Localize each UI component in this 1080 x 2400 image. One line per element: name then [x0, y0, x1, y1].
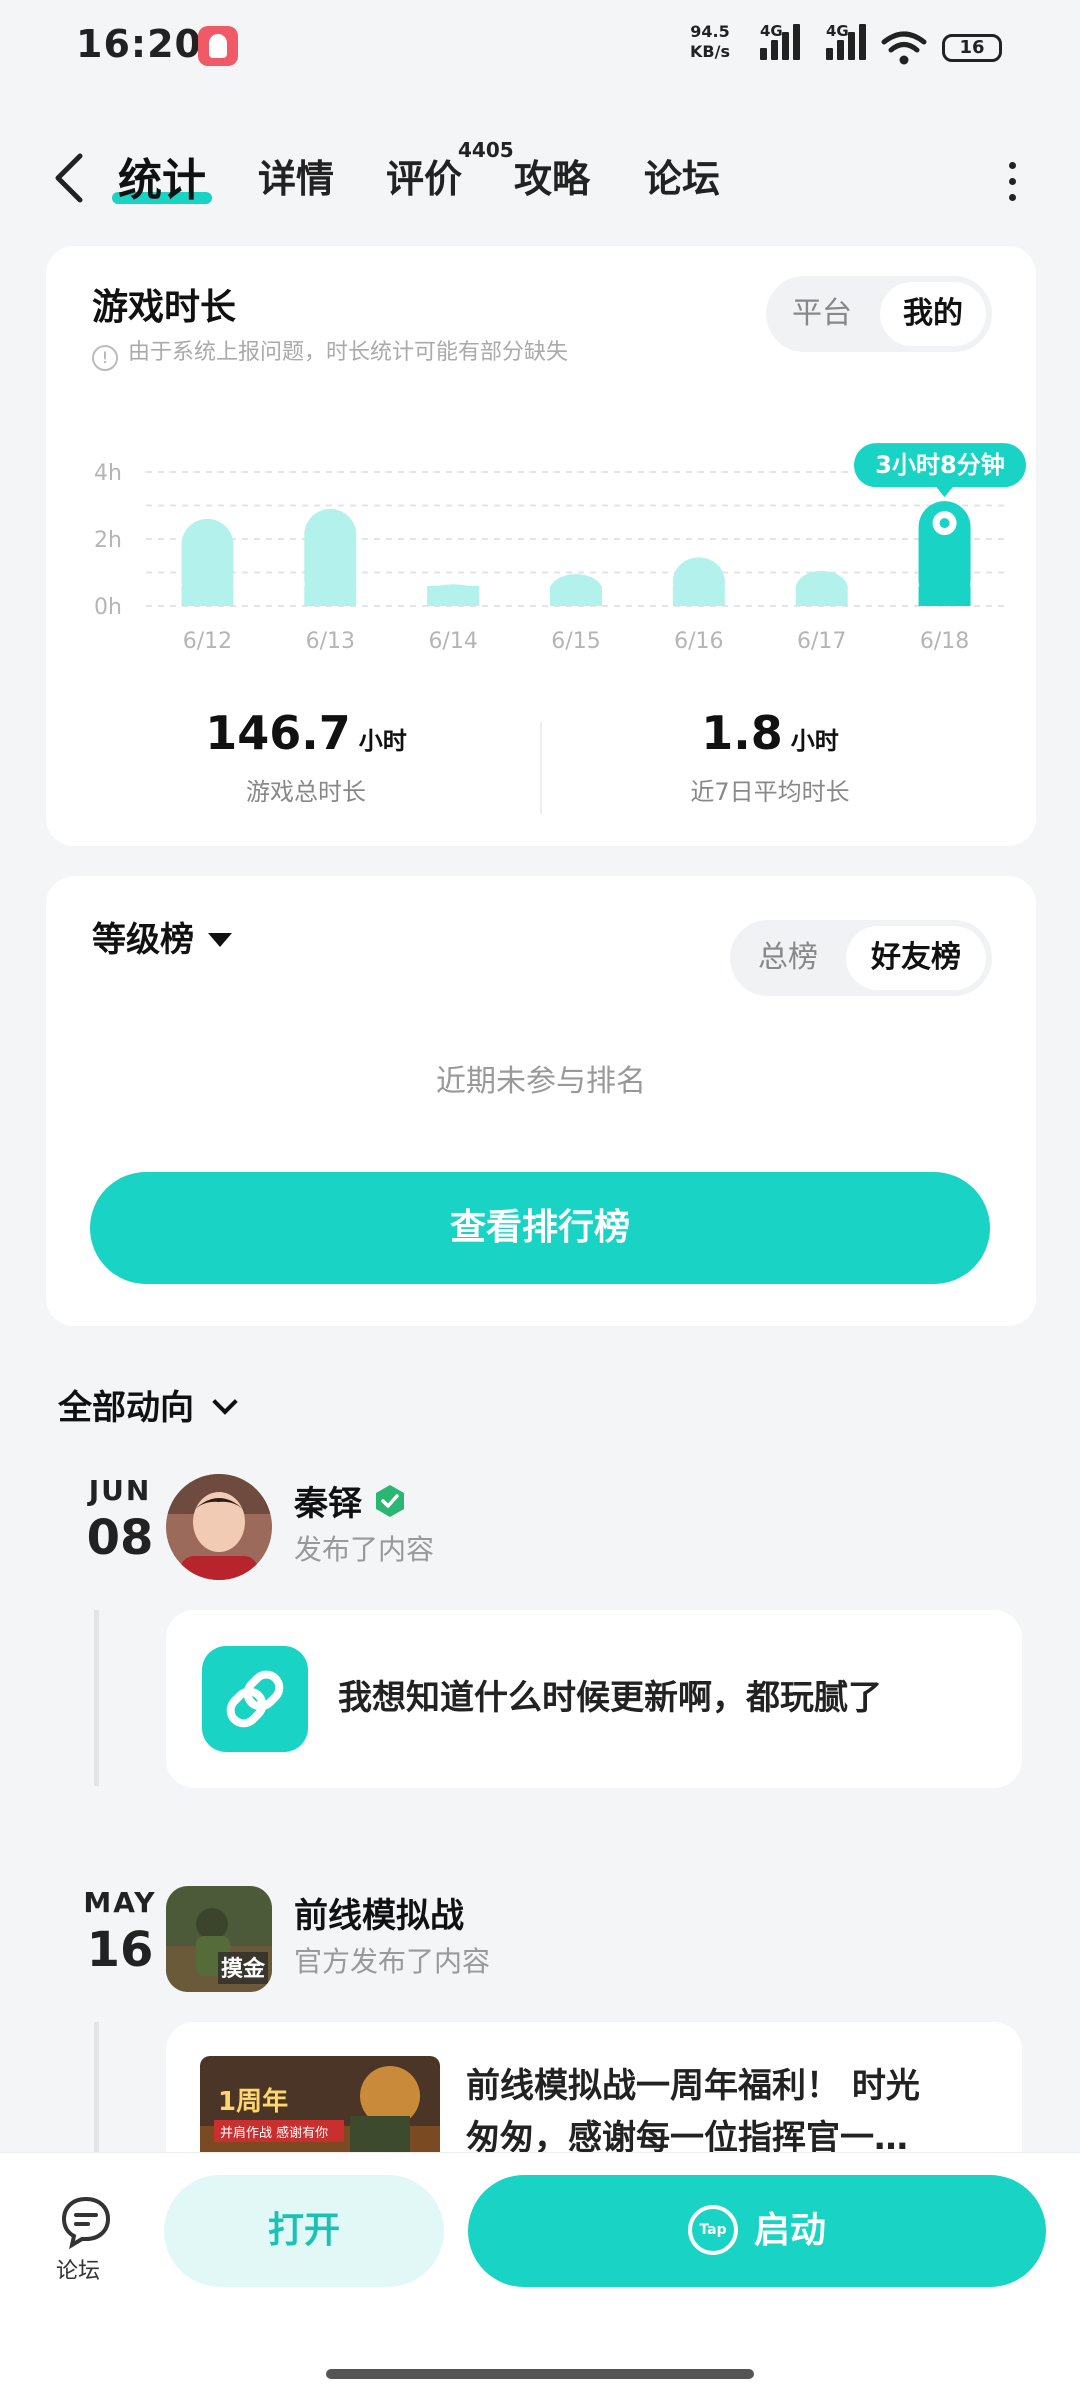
- game-avatar-badge: 摸金: [221, 1956, 266, 1982]
- chart-bar-base: [304, 586, 357, 606]
- caret-down-icon: [208, 933, 232, 947]
- avatar[interactable]: [166, 1474, 272, 1580]
- playtime-card: 游戏时长 ! 由于系统上报问题，时长统计可能有部分缺失 平台 我的 0h 2h 4h 6…: [46, 246, 1036, 846]
- playtime-note: ! 由于系统上报问题，时长统计可能有部分缺失: [92, 334, 568, 371]
- post-author[interactable]: 秦铎: [294, 1476, 408, 1525]
- toggle-friends[interactable]: 好友榜: [846, 926, 986, 990]
- chart-x-tick: 6/17: [797, 629, 846, 654]
- tab-forum[interactable]: 论坛: [644, 148, 720, 203]
- chart-bar-base: [181, 586, 234, 606]
- forum-icon[interactable]: [58, 2193, 114, 2249]
- ranking-toggle: 总榜 好友榜: [730, 920, 992, 996]
- total-playtime-value: 146.7: [205, 706, 351, 760]
- clock: 16:20: [76, 22, 202, 66]
- ranking-empty-text: 近期未参与排名: [436, 1064, 646, 1099]
- post-card[interactable]: 我想知道什么时候更新啊，都玩腻了: [166, 1610, 1022, 1788]
- feed-filter[interactable]: 全部动向: [58, 1380, 238, 1429]
- home-indicator[interactable]: [326, 2369, 754, 2379]
- chart-x-tick: 6/13: [306, 629, 355, 654]
- tab-stats[interactable]: 统计: [118, 144, 206, 208]
- avg-playtime-stat: 1.8 小时 近7日平均时长: [560, 706, 980, 807]
- post-text: 我想知道什么时候更新啊，都玩腻了: [338, 1678, 882, 1718]
- chart-bar-base: [672, 586, 725, 606]
- verified-icon: [376, 1485, 404, 1517]
- ranking-title[interactable]: 等级榜: [92, 912, 232, 961]
- chart-tooltip-pointer: [935, 486, 954, 498]
- open-button[interactable]: 打开: [164, 2175, 444, 2287]
- review-count-badge: 4405: [458, 138, 514, 162]
- back-arrow-icon[interactable]: [50, 150, 90, 206]
- wifi-icon: [881, 31, 927, 65]
- chart-x-tick: 6/16: [674, 629, 723, 654]
- chart-x-tick: 6/14: [428, 629, 477, 654]
- signal-icon: 4G: [760, 20, 808, 60]
- ranking-card: 等级榜 总榜 好友榜 近期未参与排名 查看排行榜: [46, 876, 1036, 1326]
- battery-icon: 16: [942, 34, 1002, 62]
- toggle-platform[interactable]: 平台: [772, 282, 872, 346]
- info-icon: !: [92, 345, 118, 371]
- chart-y-tick: 0h: [94, 595, 122, 620]
- stats-divider: [540, 722, 542, 814]
- link-icon: [202, 1646, 308, 1752]
- thumb-badge: 1周年: [218, 2086, 288, 2117]
- total-playtime-stat: 146.7 小时 游戏总时长: [96, 706, 516, 807]
- chart-bar-base: [918, 586, 971, 606]
- post-month: JUN: [88, 1474, 152, 1507]
- view-leaderboard-button[interactable]: 查看排行榜: [90, 1172, 990, 1284]
- timeline-line: [94, 1610, 99, 1786]
- chart-x-tick: 6/18: [920, 629, 969, 654]
- toggle-mine[interactable]: 我的: [880, 282, 986, 346]
- tab-reviews[interactable]: 评价: [386, 148, 462, 203]
- post-author[interactable]: 前线模拟战: [294, 1888, 464, 1937]
- chart-y-tick: 2h: [94, 528, 122, 553]
- chart-x-tick: 6/15: [551, 629, 600, 654]
- tab-details[interactable]: 详情: [258, 148, 334, 203]
- playtime-bar-chart: 0h 2h 4h 6/12 6/13 6/14 6/15 6/16 6/17 6/18 3小时8分钟: [94, 443, 1026, 654]
- playtime-title: 游戏时长: [92, 287, 237, 328]
- chart-bar-base: [427, 586, 480, 606]
- chart-highlight-dot-inner: [939, 518, 950, 529]
- tab-header: 统计 详情 评价 4405 攻略 论坛: [0, 130, 1080, 220]
- chart-x-tick: 6/12: [183, 629, 232, 654]
- more-options-icon[interactable]: [1000, 158, 1024, 206]
- post-action: 发布了内容: [294, 1533, 435, 1566]
- avg-playtime-value: 1.8: [701, 706, 783, 760]
- signal-icon-2: 4G: [826, 20, 874, 60]
- avg-playtime-unit: 小时: [790, 727, 839, 755]
- chart-bar-base: [550, 586, 602, 606]
- post-action: 官方发布了内容: [294, 1945, 491, 1978]
- avg-playtime-label: 近7日平均时长: [690, 778, 850, 806]
- chart-y-tick: 4h: [94, 461, 122, 486]
- chart-tooltip-label: 3小时8分钟: [875, 451, 1004, 479]
- start-button[interactable]: Tap 启动: [468, 2175, 1046, 2287]
- total-playtime-unit: 小时: [358, 727, 407, 755]
- thumb-subtitle: 并肩作战 感谢有你: [220, 2125, 328, 2141]
- tab-guides[interactable]: 攻略: [514, 148, 590, 203]
- app-notification-icon: [198, 26, 238, 66]
- network-speed: 94.5 KB/s: [690, 22, 730, 61]
- timeline-line: [94, 2022, 99, 2152]
- status-bar: 16:20 94.5 KB/s 4G 4G 16: [0, 0, 1080, 96]
- post-text-line1: 前线模拟战一周年福利！ 时光: [466, 2066, 920, 2106]
- playtime-toggle: 平台 我的: [766, 276, 992, 352]
- game-avatar[interactable]: 摸金: [166, 1886, 272, 1992]
- total-playtime-label: 游戏总时长: [246, 778, 366, 806]
- chart-bar-base: [795, 586, 848, 606]
- chevron-down-icon: [212, 1389, 238, 1415]
- tap-logo-icon: Tap: [687, 2205, 738, 2255]
- bottom-action-bar: 论坛 打开 Tap 启动: [0, 2152, 1080, 2400]
- toggle-overall[interactable]: 总榜: [736, 926, 840, 990]
- forum-label[interactable]: 论坛: [56, 2253, 100, 2285]
